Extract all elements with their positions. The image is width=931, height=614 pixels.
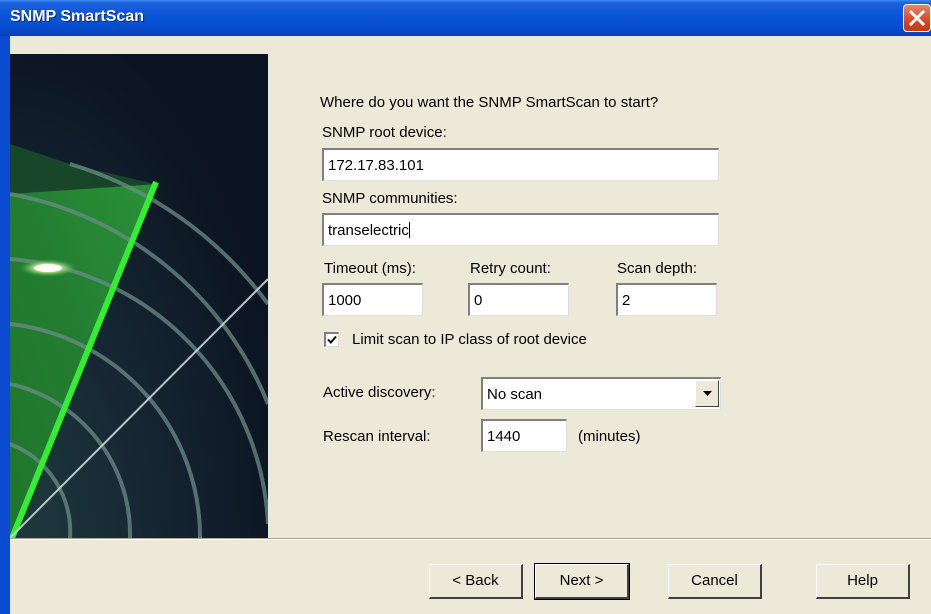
next-button[interactable]: Next > — [534, 563, 630, 600]
timeout-input[interactable]: 1000 — [322, 283, 423, 316]
retry-count-label: Retry count: — [470, 260, 551, 277]
help-button[interactable]: Help — [816, 564, 910, 599]
rescan-interval-label: Rescan interval: — [323, 428, 431, 445]
window-title: SNMP SmartScan — [10, 8, 144, 25]
limit-scan-checkbox[interactable] — [324, 332, 339, 347]
limit-scan-label[interactable]: Limit scan to IP class of root device — [352, 331, 587, 348]
retry-count-input[interactable]: 0 — [468, 283, 569, 316]
active-discovery-dropdown-button[interactable] — [695, 380, 719, 407]
communities-input[interactable]: transelectric — [322, 213, 719, 246]
timeout-label: Timeout (ms): — [324, 260, 416, 277]
active-discovery-select[interactable]: No scan — [481, 377, 721, 410]
text-caret — [408, 222, 410, 238]
close-icon — [909, 10, 925, 26]
active-discovery-value: No scan — [487, 386, 543, 403]
cancel-button[interactable]: Cancel — [668, 564, 762, 599]
rescan-interval-input[interactable]: 1440 — [481, 419, 567, 452]
close-button[interactable] — [903, 4, 931, 32]
root-device-label: SNMP root device: — [322, 124, 447, 141]
scan-depth-input[interactable]: 2 — [616, 283, 717, 316]
window-frame-left — [0, 36, 10, 614]
back-button[interactable]: < Back — [429, 564, 523, 599]
root-device-input[interactable]: 172.17.83.101 — [322, 148, 719, 181]
scan-depth-label: Scan depth: — [617, 260, 698, 277]
checkmark-icon — [327, 335, 337, 344]
prompt-text: Where do you want the SNMP SmartScan to … — [320, 94, 659, 111]
chevron-down-icon — [703, 391, 712, 396]
title-bar: SNMP SmartScan — [0, 0, 931, 36]
rescan-unit-label: (minutes) — [578, 428, 641, 445]
communities-label: SNMP communities: — [322, 190, 458, 207]
radar-image — [10, 54, 268, 538]
dialog-top-band — [10, 36, 931, 54]
footer-separator — [10, 538, 931, 540]
active-discovery-label: Active discovery: — [323, 384, 436, 401]
